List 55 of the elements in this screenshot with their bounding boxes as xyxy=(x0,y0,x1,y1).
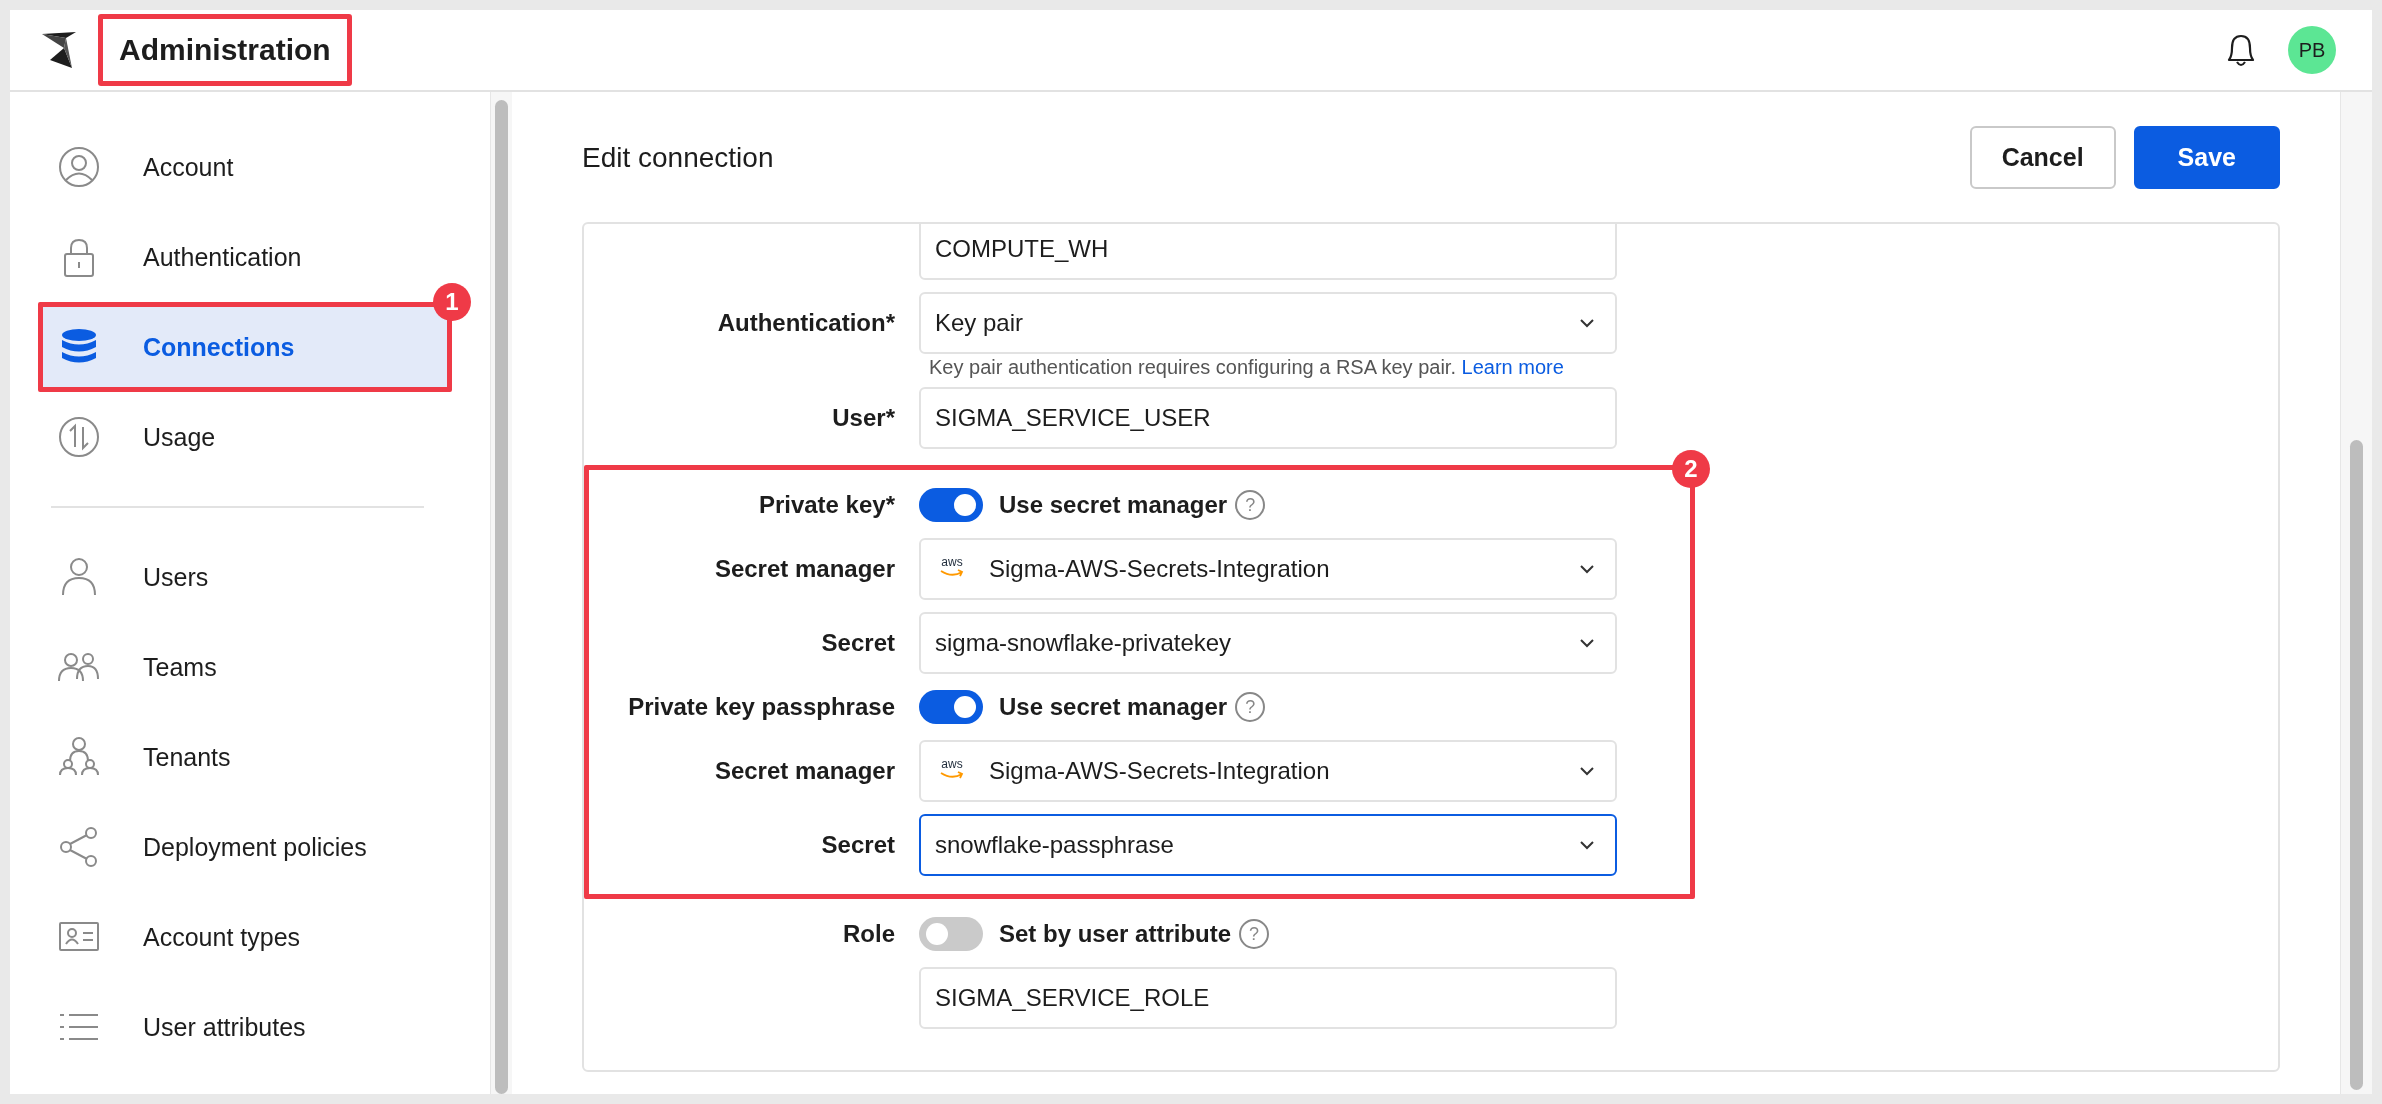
smile-arrow-icon xyxy=(939,569,965,578)
sidebar-item[interactable]: Deployment policies xyxy=(38,802,452,892)
field-label: Secret manager xyxy=(713,757,895,785)
dropdown[interactable]: Key pair xyxy=(919,292,1617,354)
dropdown[interactable]: aws Sigma-AWS-Secrets-Integration xyxy=(919,538,1617,600)
callout-badge: 1 xyxy=(433,283,471,321)
dropdown[interactable]: aws Sigma-AWS-Secrets-Integration xyxy=(919,740,1617,802)
sidebar-item[interactable]: Users xyxy=(38,532,452,622)
text-field[interactable]: SIGMA_SERVICE_ROLE xyxy=(919,967,1617,1029)
field-label: Secret manager xyxy=(713,555,895,583)
sidebar-item[interactable]: Account types xyxy=(38,892,452,982)
text-field[interactable]: COMPUTE_WH xyxy=(919,224,1617,280)
toggle-switch[interactable] xyxy=(919,917,983,951)
sidebar-item[interactable]: Account xyxy=(38,122,452,212)
sidebar-item[interactable]: User attributes xyxy=(38,982,452,1072)
field-label: User* xyxy=(831,404,895,432)
sidebar-item[interactable]: Usage xyxy=(38,392,452,482)
field-label: Secret xyxy=(820,629,895,657)
cancel-button[interactable]: Cancel xyxy=(1969,126,2116,189)
learn-more-link[interactable]: Learn more xyxy=(1461,356,1564,378)
chevron-down-icon xyxy=(1579,638,1595,648)
chevron-down-icon xyxy=(1579,564,1595,574)
sidebar-item[interactable]: Teams xyxy=(38,622,452,712)
field-label: Authentication* xyxy=(716,309,895,337)
up-down-arrows-icon xyxy=(57,415,101,459)
chevron-down-icon xyxy=(1579,840,1595,850)
toggle-label: Use secret manager xyxy=(999,693,1228,721)
page-title: Administration xyxy=(98,14,352,86)
page-heading: Edit connection xyxy=(582,141,775,174)
field-label: Private key passphrase xyxy=(627,693,895,721)
chevron-down-icon xyxy=(1579,766,1595,776)
smile-arrow-icon xyxy=(939,771,965,780)
chevron-down-icon xyxy=(1579,318,1595,328)
help-icon[interactable]: ? xyxy=(1235,692,1266,722)
user-avatar[interactable]: PB xyxy=(2288,26,2336,74)
toggle-switch[interactable] xyxy=(919,488,983,522)
dropdown[interactable]: snowflake-passphrase xyxy=(919,814,1617,876)
toggle-label: Use secret manager xyxy=(999,491,1228,519)
field-label: Role xyxy=(842,920,895,948)
help-text: Key pair authentication requires configuring a RSA key pair. Learn more xyxy=(929,356,1564,379)
sidebar-item[interactable]: Tenants xyxy=(38,712,452,802)
field-label: Secret xyxy=(820,831,895,859)
dropdown[interactable]: sigma-snowflake-privatekey xyxy=(919,612,1617,674)
provider-logo-text: aws xyxy=(941,556,963,569)
field-label: Private key* xyxy=(757,491,895,519)
help-icon[interactable]: ? xyxy=(1235,490,1266,520)
logo-icon[interactable] xyxy=(42,30,78,70)
provider-logo-text: aws xyxy=(941,758,963,771)
help-icon[interactable]: ? xyxy=(1239,919,1270,949)
toggle-switch[interactable] xyxy=(919,690,983,724)
user-circle-icon xyxy=(57,145,101,189)
save-button[interactable]: Save xyxy=(2133,126,2280,189)
text-field[interactable]: SIGMA_SERVICE_USER xyxy=(919,387,1617,449)
callout-badge: 2 xyxy=(1672,450,1710,488)
toggle-label: Set by user attribute xyxy=(999,920,1232,948)
